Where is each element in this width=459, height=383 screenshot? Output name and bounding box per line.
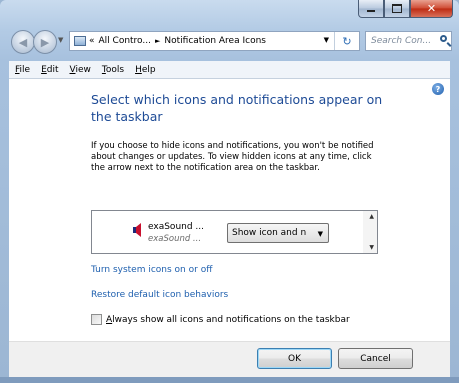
minimize-button[interactable]	[358, 0, 384, 18]
menu-edit[interactable]: Edit	[35, 65, 63, 75]
always-show-row[interactable]: Always show all icons and notifications …	[91, 314, 350, 325]
content-pane: ? Select which icons and notifications a…	[9, 79, 450, 341]
scrollbar[interactable]: ▲ ▼	[363, 211, 377, 253]
button-bar: OK Cancel	[9, 341, 450, 378]
recent-pages-dropdown[interactable]: ▼	[58, 36, 63, 44]
caption-buttons: ✕	[358, 0, 453, 18]
back-button[interactable]: ◀	[11, 30, 35, 54]
maximize-icon	[392, 4, 402, 13]
back-arrow-icon: ◀	[18, 35, 28, 49]
page-description: If you choose to hide icons and notifica…	[91, 141, 374, 173]
scroll-up-icon[interactable]: ▲	[369, 213, 374, 220]
close-button[interactable]: ✕	[410, 0, 453, 18]
search-icon[interactable]	[440, 35, 447, 42]
behavior-select[interactable]: Show icon and n ▼	[227, 223, 329, 243]
menu-bar: File Edit View Tools Help	[9, 61, 450, 79]
close-icon: ✕	[426, 2, 437, 15]
control-panel-window: ✕ ◀ ▶ ▼ « All Contro... ► Notification A…	[0, 0, 459, 383]
address-bar[interactable]: « All Contro... ► Notification Area Icon…	[69, 31, 360, 51]
menu-file[interactable]: File	[9, 65, 35, 75]
search-input[interactable]: Search Con...	[365, 31, 452, 51]
restore-defaults-link[interactable]: Restore default icon behaviors	[91, 290, 228, 300]
behavior-value: Show icon and n	[232, 228, 307, 238]
speaker-icon	[133, 223, 141, 237]
breadcrumb-separator-icon[interactable]: ►	[155, 37, 160, 45]
forward-button[interactable]: ▶	[33, 30, 57, 54]
always-show-checkbox[interactable]	[91, 314, 102, 325]
app-subtitle: exaSound ...	[148, 234, 202, 244]
breadcrumb-all-control-panel[interactable]: All Contro...	[99, 36, 151, 46]
always-show-label[interactable]: Always show all icons and notifications …	[106, 315, 350, 325]
cancel-button[interactable]: Cancel	[338, 348, 413, 369]
search-placeholder: Search Con...	[371, 36, 432, 46]
scroll-down-icon[interactable]: ▼	[369, 244, 374, 251]
address-dropdown-icon[interactable]: ▼	[324, 36, 329, 44]
address-row: ◀ ▶ ▼ « All Contro... ► Notification Are…	[0, 28, 459, 56]
help-icon[interactable]: ?	[432, 83, 444, 95]
app-name: exaSound ...	[148, 222, 205, 232]
control-panel-icon	[74, 36, 86, 46]
minimize-icon	[367, 10, 375, 12]
refresh-icon[interactable]: ↻	[334, 32, 359, 50]
breadcrumb-notification-area-icons[interactable]: Notification Area Icons	[164, 36, 266, 46]
maximize-button[interactable]	[384, 0, 410, 18]
notification-icons-list[interactable]: exaSound ... exaSound ... Show icon and …	[91, 210, 378, 254]
page-title: Select which icons and notifications app…	[91, 92, 383, 124]
turn-system-icons-link[interactable]: Turn system icons on or off	[91, 265, 212, 275]
forward-arrow-icon: ▶	[40, 35, 50, 49]
ok-button[interactable]: OK	[257, 348, 332, 369]
menu-view[interactable]: View	[64, 65, 96, 75]
title-bar[interactable]: ✕	[0, 0, 459, 24]
address-prefix[interactable]: «	[89, 36, 95, 46]
menu-tools[interactable]: Tools	[96, 65, 129, 75]
chevron-down-icon: ▼	[317, 230, 323, 238]
menu-help[interactable]: Help	[129, 65, 161, 75]
window-bottom-edge	[0, 377, 459, 383]
